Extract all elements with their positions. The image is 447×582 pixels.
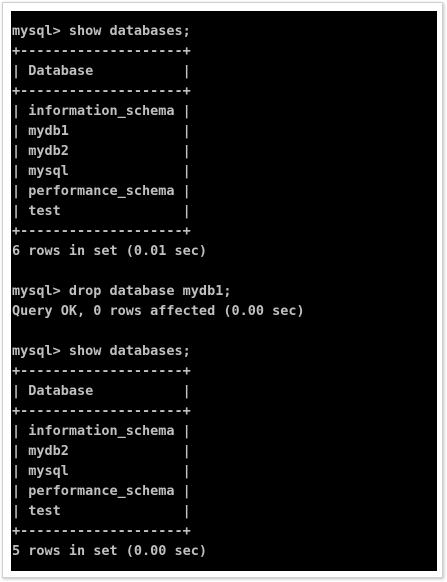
console-line: | mydb2 |: [12, 443, 191, 459]
console-output: mysql> show databases; +-----------------…: [11, 11, 437, 561]
console-line: +--------------------+: [12, 43, 191, 59]
mysql-console-window[interactable]: mysql> show databases; +-----------------…: [11, 11, 437, 571]
console-line: 5 rows in set (0.00 sec): [12, 543, 208, 559]
console-line: | Database |: [12, 63, 191, 79]
console-line: +--------------------+: [12, 523, 191, 539]
console-line: | Database |: [12, 383, 191, 399]
console-line: | information_schema |: [12, 103, 191, 119]
console-line: Query OK, 0 rows affected (0.00 sec): [12, 303, 305, 319]
console-line: | test |: [12, 503, 191, 519]
console-line: mysql> show databases;: [12, 23, 191, 39]
console-line: | mydb1 |: [12, 123, 191, 139]
console-line: | information_schema |: [12, 423, 191, 439]
console-line: | mysql |: [12, 163, 191, 179]
console-line: | mydb2 |: [12, 143, 191, 159]
console-line: | performance_schema |: [12, 483, 191, 499]
console-line: | test |: [12, 203, 191, 219]
console-line: +--------------------+: [12, 363, 191, 379]
console-line: mysql> show databases;: [12, 343, 191, 359]
console-line: mysql> drop database mydb1;: [12, 283, 232, 299]
console-line: +--------------------+: [12, 223, 191, 239]
console-line: 6 rows in set (0.01 sec): [12, 243, 208, 259]
screenshot-frame: mysql> show databases; +-----------------…: [2, 2, 443, 578]
console-line: +--------------------+: [12, 403, 191, 419]
console-line: | mysql |: [12, 463, 191, 479]
console-line: | performance_schema |: [12, 183, 191, 199]
console-line: +--------------------+: [12, 83, 191, 99]
